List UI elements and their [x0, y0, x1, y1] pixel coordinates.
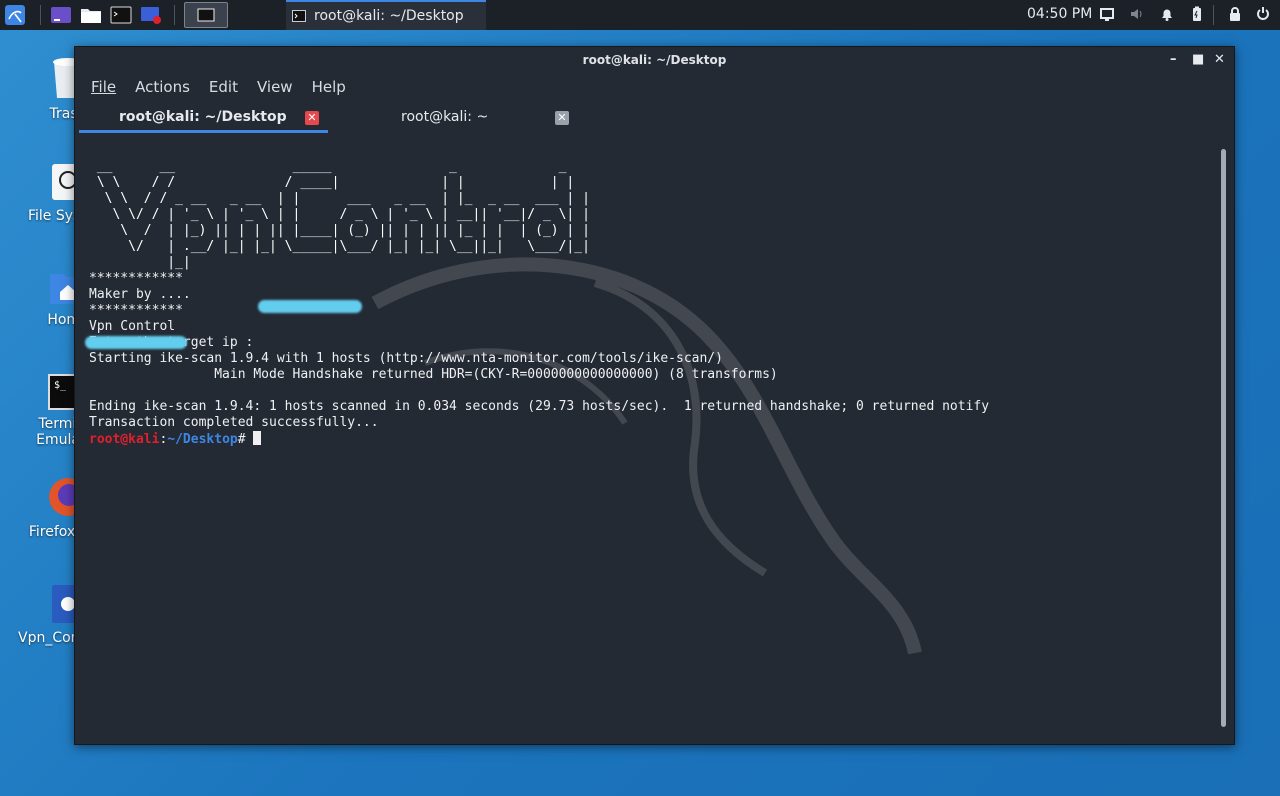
panel-separator — [40, 5, 41, 25]
tab-bar: root@kali: ~/Desktop ✕ root@kali: ~ ✕ — [79, 105, 1229, 133]
window-titlebar[interactable]: root@kali: ~/Desktop – ■ ✕ — [75, 47, 1234, 75]
volume-icon[interactable] — [1129, 6, 1145, 26]
terminal-launcher-icon[interactable] — [108, 3, 134, 27]
menu-file[interactable]: File — [91, 78, 116, 96]
svg-text:$_: $_ — [54, 380, 67, 391]
prompt-path: ~/Desktop — [167, 432, 238, 447]
tab-label: root@kali: ~/Desktop — [119, 109, 287, 125]
maximize-icon[interactable]: ■ — [1192, 52, 1204, 67]
workspace-switcher[interactable] — [184, 2, 228, 28]
notification-bell-icon[interactable] — [1159, 6, 1175, 26]
terminal-window: root@kali: ~/Desktop – ■ ✕ File Actions … — [74, 46, 1235, 745]
output-line: Vpn Control — [89, 319, 176, 334]
taskbar-window-title: root@kali: ~/Desktop — [314, 8, 464, 24]
output-line: Maker by .... — [89, 287, 191, 302]
menu-actions[interactable]: Actions — [135, 78, 190, 96]
top-panel: root@kali: ~/Desktop 04:50 PM — [0, 0, 1280, 30]
lock-icon[interactable] — [1227, 6, 1243, 26]
battery-icon[interactable] — [1189, 6, 1205, 26]
tab-desktop[interactable]: root@kali: ~/Desktop ✕ — [79, 105, 329, 133]
tab-label: root@kali: ~ — [401, 109, 489, 125]
screen-recorder-icon[interactable] — [138, 3, 164, 27]
workspace-icon[interactable] — [48, 3, 74, 27]
ascii-banner: __ __ _____ _ _ \ \ / / / ____| | | | | … — [96, 159, 590, 270]
redacted-host — [85, 336, 187, 349]
output-line: ************ — [89, 271, 183, 286]
menubar: File Actions Edit View Help — [91, 78, 346, 96]
close-icon[interactable]: ✕ — [1214, 52, 1225, 67]
terminal-icon — [292, 10, 306, 22]
power-icon[interactable] — [1255, 6, 1271, 26]
scrollbar[interactable] — [1221, 149, 1226, 727]
terminal-text: __ __ _____ _ _ \ \ / / / ____| | | | | … — [89, 143, 1210, 480]
prompt-user: root@kali — [89, 432, 160, 447]
menu-edit[interactable]: Edit — [209, 78, 238, 96]
window-title: root@kali: ~/Desktop — [582, 53, 727, 67]
output-line: Enter the target ip : — [89, 335, 254, 350]
prompt-line[interactable]: root@kali:~/Desktop# — [89, 431, 1210, 448]
output-line: Ending ike-scan 1.9.4: 1 hosts scanned i… — [89, 399, 990, 414]
output-line: Transaction completed successfully... — [89, 415, 379, 430]
clock[interactable]: 04:50 PM — [1027, 6, 1092, 22]
menu-help[interactable]: Help — [312, 78, 346, 96]
redacted-ip — [258, 300, 362, 313]
output-line: Starting ike-scan 1.9.4 with 1 hosts (ht… — [89, 351, 723, 366]
minimize-icon[interactable]: – — [1170, 52, 1177, 67]
kali-menu-icon[interactable] — [2, 3, 28, 27]
taskbar-window-button[interactable]: root@kali: ~/Desktop — [286, 0, 486, 30]
tab-close-icon[interactable]: ✕ — [555, 111, 569, 125]
display-icon[interactable] — [1099, 6, 1115, 26]
tab-home[interactable]: root@kali: ~ ✕ — [329, 105, 579, 133]
tab-close-icon[interactable]: ✕ — [305, 111, 319, 125]
panel-separator — [174, 5, 175, 25]
prompt-symbol: # — [237, 432, 254, 447]
panel-separator — [1213, 5, 1214, 25]
file-manager-icon[interactable] — [78, 3, 104, 27]
menu-view[interactable]: View — [257, 78, 293, 96]
terminal-output-area[interactable]: __ __ _____ _ _ \ \ / / / ____| | | | | … — [75, 133, 1234, 744]
output-line: Main Mode Handshake returned HDR=(CKY-R=… — [89, 367, 778, 382]
text-cursor — [253, 431, 262, 445]
